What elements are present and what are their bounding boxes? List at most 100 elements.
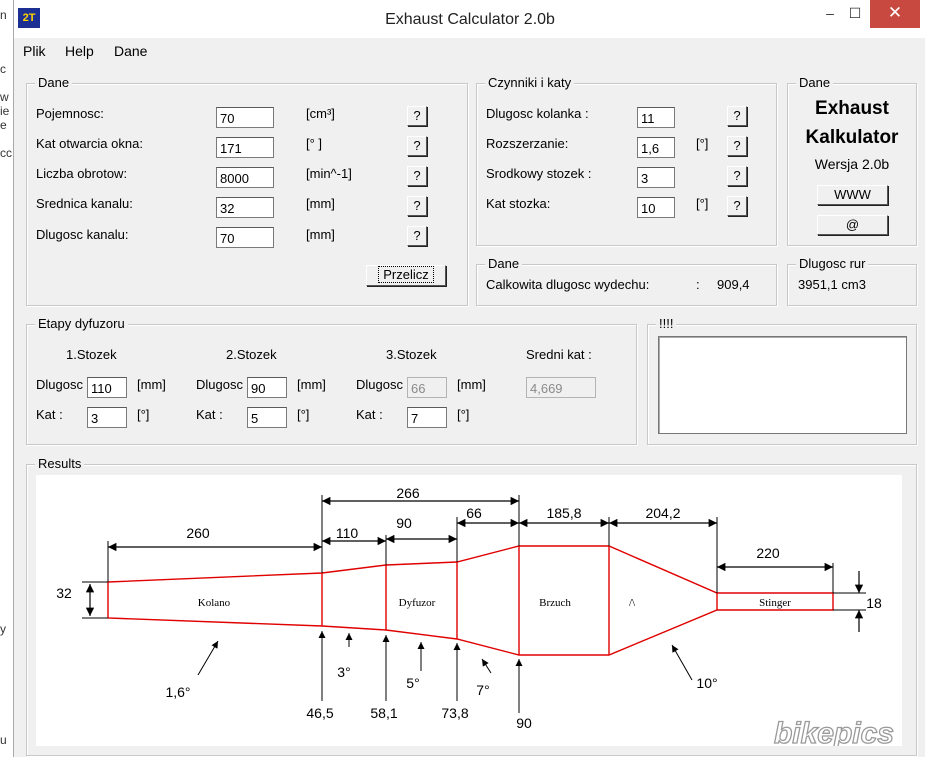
title-bar[interactable]: 2T Exhaust Calculator 2.0b – ☐ ✕ <box>14 0 925 38</box>
part-brzuch-label: Brzuch <box>539 597 571 609</box>
menu-plik[interactable]: Plik <box>23 43 46 59</box>
przelicz-button[interactable]: Przelicz <box>366 265 446 286</box>
srednica-kanalu-label: Srednica kanalu: <box>36 196 133 211</box>
kat-stozka-input[interactable]: 10 <box>637 197 675 218</box>
dane-group: Dane Pojemnosc: 70 [cm³] ? Kat otwarcia … <box>26 75 468 306</box>
menu-bar: Plik Help Dane <box>14 38 925 62</box>
stage-length-label: Dlugosc <box>356 377 403 392</box>
help-button[interactable]: ? <box>407 136 427 156</box>
unit-label: [°] <box>457 407 470 422</box>
stage-length-label: Dlugosc <box>196 377 243 392</box>
part-dyfuzor-label: Dyfuzor <box>399 597 436 609</box>
unit-label: [cm³] <box>306 106 335 121</box>
menu-help[interactable]: Help <box>65 43 94 59</box>
help-button[interactable]: ? <box>407 166 427 186</box>
watermark-logo: bikepics <box>774 717 894 746</box>
email-button[interactable]: @ <box>817 215 888 235</box>
srodkowy-stozek-label: Srodkowy stozek : <box>486 166 592 181</box>
dim-90: 90 <box>396 515 412 531</box>
dlugosc-kanalu-input[interactable]: 70 <box>216 227 274 248</box>
exhaust-diagram-svg: 266 260 110 90 66 185,8 204,2 220 32 18 … <box>56 485 894 751</box>
pojemnosc-input[interactable]: 70 <box>216 107 274 128</box>
help-button[interactable]: ? <box>727 106 747 126</box>
separator-label: : <box>696 277 700 292</box>
przelicz-label: Przelicz <box>378 266 434 283</box>
group-title: Results <box>35 456 85 472</box>
unit-label: [mm] <box>457 377 486 392</box>
dim-32: 32 <box>56 585 72 601</box>
stage-angle-label: Kat : <box>356 407 383 422</box>
help-button[interactable]: ? <box>407 226 427 246</box>
position-73-8: 73,8 <box>441 705 468 721</box>
group-title: Czynniki i katy <box>485 75 575 91</box>
help-button[interactable]: ? <box>407 106 427 126</box>
stage3-length-input: 66 <box>407 377 447 398</box>
srednica-kanalu-input[interactable]: 32 <box>216 197 274 218</box>
dlugosc-kanalu-label: Dlugosc kanalu: <box>36 227 129 242</box>
etapy-dyfuzoru-group: Etapy dyfuzoru 1.Stozek Dlugosc 110 [mm]… <box>26 316 637 445</box>
unit-label: [mm] <box>306 227 335 242</box>
stage-length-label: Dlugosc <box>36 377 83 392</box>
group-title: !!!! <box>656 316 677 332</box>
dim-204-2: 204,2 <box>645 505 680 521</box>
notes-group: !!!! <box>647 316 917 445</box>
version-label: Wersja 2.0b <box>814 156 890 172</box>
background-window-edge: n c ie w e cc y u <box>0 0 13 757</box>
dim-260: 260 <box>186 525 210 541</box>
help-button[interactable]: ? <box>727 136 747 156</box>
mean-angle-value: 4,669 <box>526 377 596 398</box>
unit-label: [mm] <box>297 377 326 392</box>
bg-letter: cc <box>0 146 12 160</box>
stage2-length-input[interactable]: 90 <box>247 377 287 398</box>
stage2-angle-input[interactable]: 5 <box>247 407 287 428</box>
angle-1-6: 1,6° <box>165 684 190 700</box>
position-58-1: 58,1 <box>370 705 397 721</box>
part-kolano-label: Kolano <box>198 597 231 609</box>
group-title: Dlugosc rur <box>796 256 869 272</box>
unit-label: [mm] <box>137 377 166 392</box>
part-cone-label: /\ <box>629 597 636 609</box>
unit-label: [mm] <box>306 196 335 211</box>
dlugosc-kolanka-input[interactable]: 11 <box>637 107 675 128</box>
rozszerzanie-input[interactable]: 1,6 <box>637 137 675 158</box>
mean-angle-label: Sredni kat : <box>526 347 592 362</box>
maximize-button[interactable]: ☐ <box>837 0 873 28</box>
bg-letter: n <box>0 8 7 22</box>
stage1-angle-input[interactable]: 3 <box>87 407 127 428</box>
exhaust-calculator-window: 2T Exhaust Calculator 2.0b – ☐ ✕ Plik He… <box>13 0 925 757</box>
pojemnosc-label: Pojemnosc: <box>36 106 104 121</box>
notes-memo[interactable] <box>658 336 907 434</box>
help-button[interactable]: ? <box>727 196 747 216</box>
dim-266: 266 <box>396 485 420 501</box>
bg-letter: ie <box>0 104 10 118</box>
close-button[interactable]: ✕ <box>870 0 920 28</box>
stage-angle-label: Kat : <box>36 407 63 422</box>
total-length-value: 909,4 <box>717 277 750 292</box>
angle-arrows <box>197 633 693 681</box>
liczba-obrotow-input[interactable]: 8000 <box>216 167 274 188</box>
stage3-angle-input[interactable]: 7 <box>407 407 447 428</box>
kat-otwarcia-input[interactable]: 171 <box>216 137 274 158</box>
dim-185-8: 185,8 <box>546 505 581 521</box>
menu-dane[interactable]: Dane <box>114 43 147 59</box>
help-button[interactable]: ? <box>407 196 427 216</box>
bg-letter: y <box>0 622 6 636</box>
help-button[interactable]: ? <box>727 166 747 186</box>
kat-otwarcia-label: Kat otwarcia okna: <box>36 136 143 151</box>
www-button[interactable]: WWW <box>817 185 888 205</box>
window-title: Exhaust Calculator 2.0b <box>385 11 555 28</box>
pipe-length-group: Dlugosc rur 3951,1 cm3 <box>787 256 917 306</box>
unit-label: [°] <box>696 136 709 151</box>
exhaust-drawing: 266 260 110 90 66 185,8 204,2 220 32 18 … <box>36 475 902 751</box>
stage-heading: 1.Stozek <box>66 347 117 362</box>
srodkowy-stozek-input[interactable]: 3 <box>637 167 675 188</box>
stage-heading: 3.Stozek <box>386 347 437 362</box>
group-title: Etapy dyfuzoru <box>35 316 128 332</box>
about-title-line2: Kalkulator <box>805 127 899 148</box>
kat-stozka-label: Kat stozka: <box>486 196 551 211</box>
angle-3: 3° <box>337 664 350 680</box>
stage-angle-label: Kat : <box>196 407 223 422</box>
unit-label: [min^-1] <box>306 166 352 181</box>
position-46-5: 46,5 <box>306 705 333 721</box>
stage1-length-input[interactable]: 110 <box>87 377 127 398</box>
